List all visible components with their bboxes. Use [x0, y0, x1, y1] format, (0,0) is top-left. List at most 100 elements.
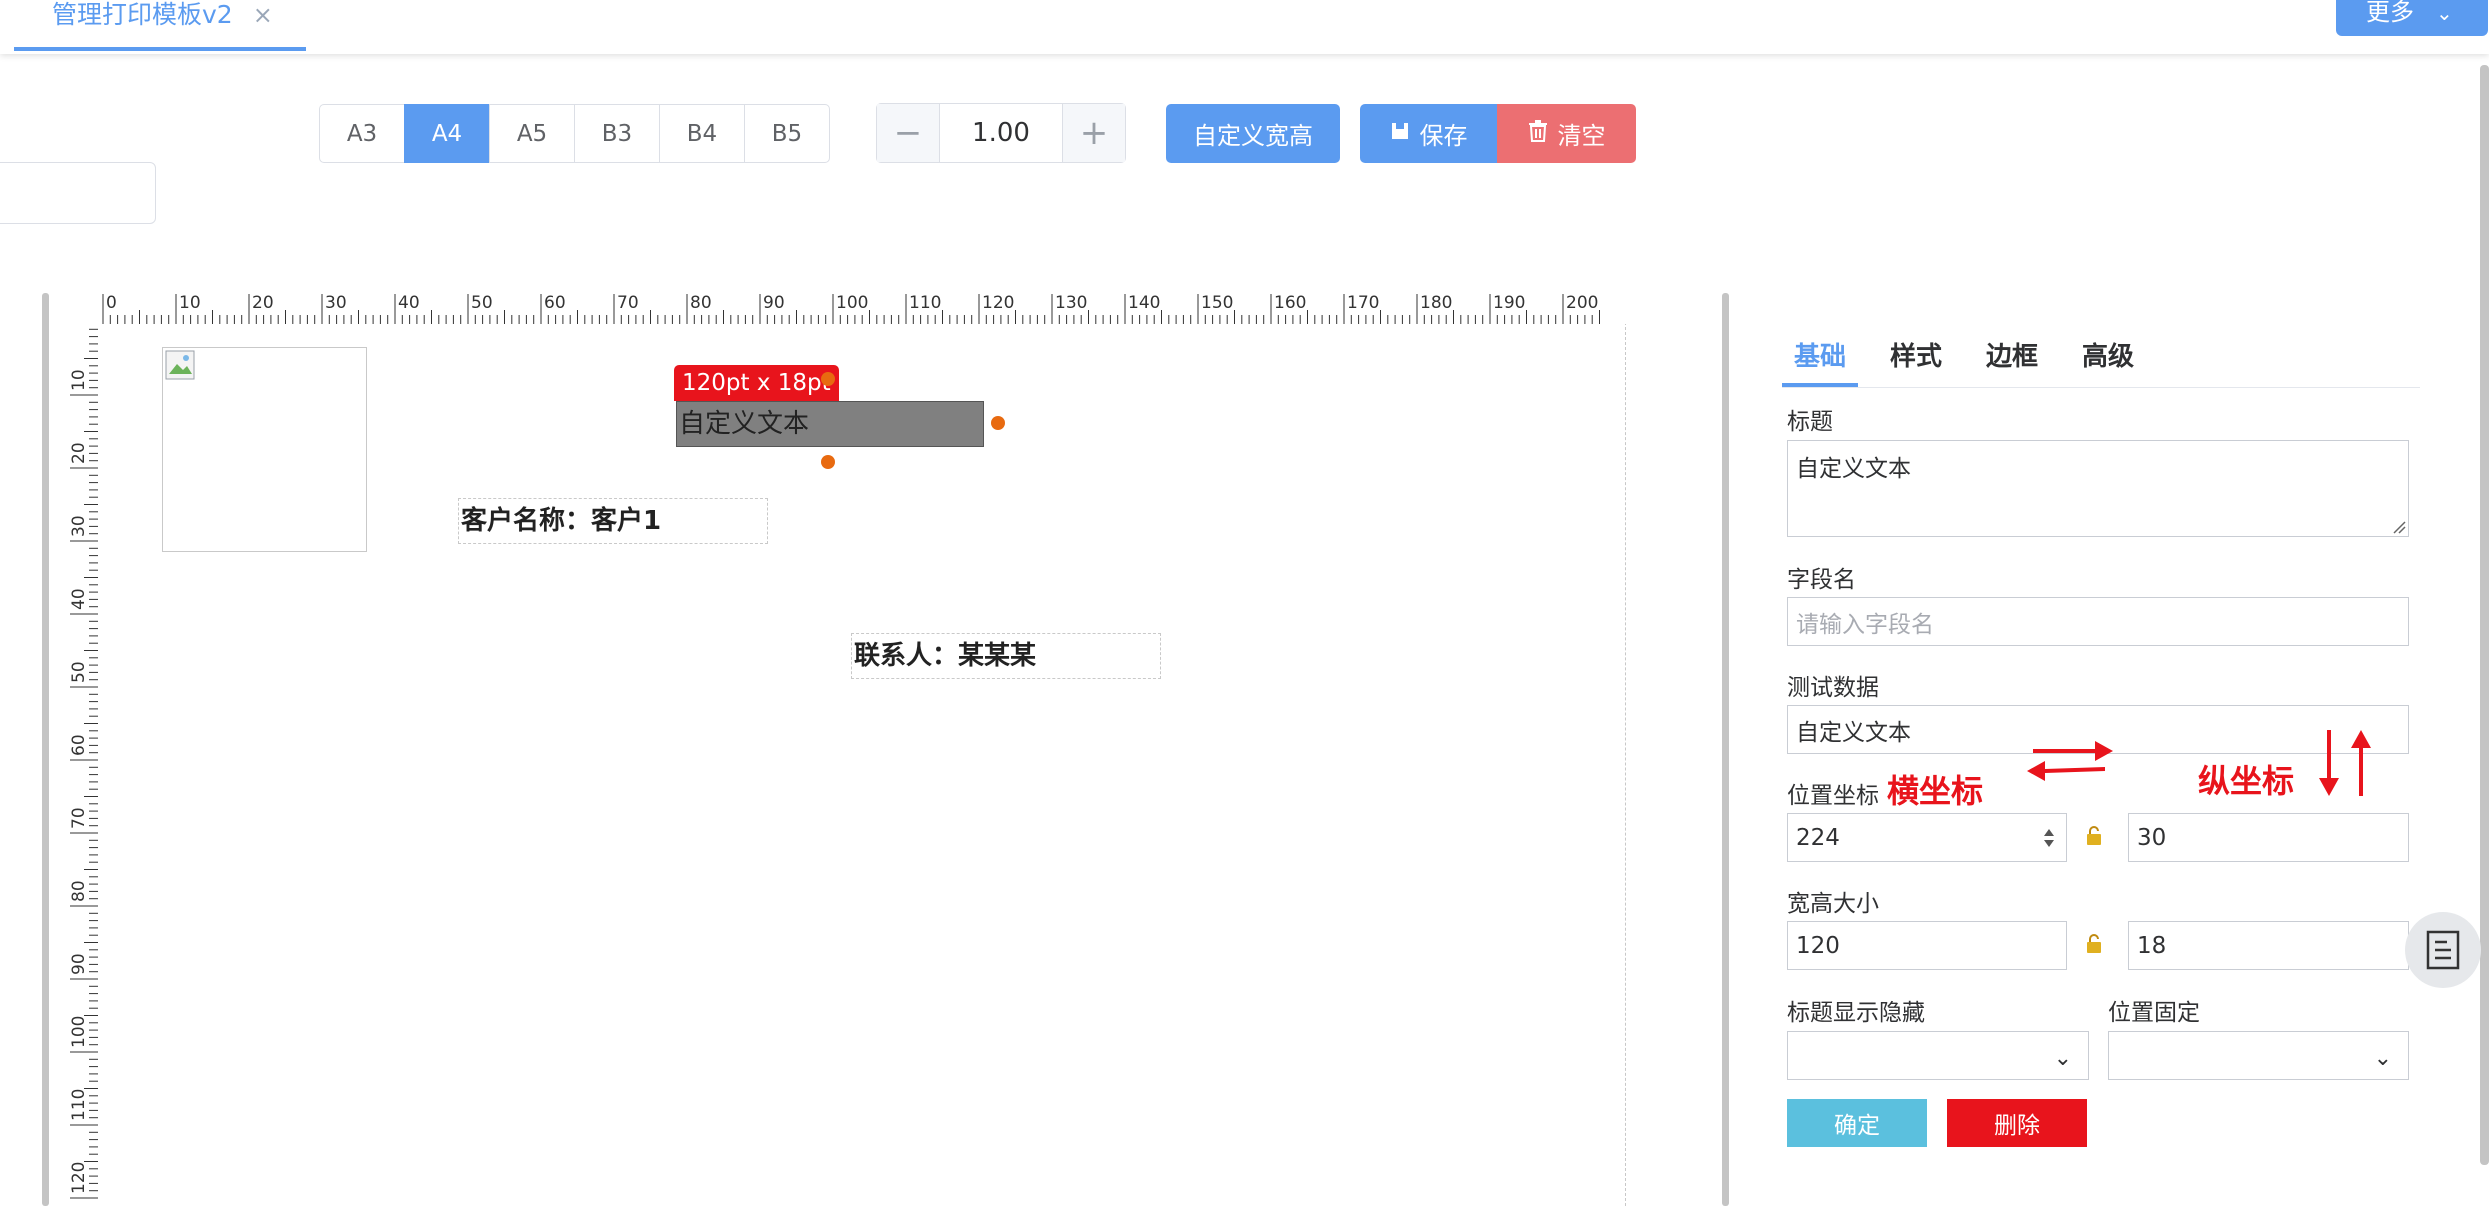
title-value: 自定义文本: [1796, 456, 1911, 482]
ruler-left-label: 10: [69, 369, 89, 391]
floating-document-button[interactable]: [2405, 912, 2481, 988]
ruler-left-label: 30: [69, 515, 89, 537]
test-data-value: 自定义文本: [1796, 719, 1911, 746]
panel-divider-scrollbar[interactable]: [1722, 293, 1729, 1206]
ruler-top-label: 40: [398, 293, 420, 313]
custom-text-element[interactable]: 自定义文本: [676, 401, 984, 447]
paper-size-group: A3 A4 A5 B3 B4 B5: [319, 104, 830, 163]
lock-icon[interactable]: [2085, 826, 2103, 851]
left-scrollbar[interactable]: [42, 293, 49, 1206]
clear-button[interactable]: 清空: [1497, 104, 1636, 163]
field-name-label: 字段名: [1787, 567, 1856, 593]
custom-size-button[interactable]: 自定义宽高: [1166, 104, 1340, 163]
more-button[interactable]: 更多 ⌄: [2336, 0, 2488, 36]
ruler-top-label: 140: [1128, 293, 1160, 313]
ruler-top-label: 120: [982, 293, 1014, 313]
ruler-top-label: 160: [1274, 293, 1306, 313]
ruler-left-label: 80: [69, 880, 89, 902]
chevron-down-icon: ⌄: [2436, 1, 2453, 25]
title-label: 标题: [1787, 409, 1833, 435]
save-button[interactable]: 保存: [1360, 104, 1497, 163]
title-textarea[interactable]: 自定义文本: [1787, 440, 2409, 537]
image-element[interactable]: [162, 347, 367, 552]
position-y-input[interactable]: 30: [2128, 813, 2409, 862]
property-tabs: 基础 样式 边框 高级: [1782, 330, 2420, 388]
zoom-plus-button[interactable]: +: [1062, 104, 1125, 162]
custom-size-label: 自定义宽高: [1193, 122, 1313, 150]
ruler-top-label: 20: [252, 293, 274, 313]
zoom-stepper: − 1.00 +: [876, 103, 1126, 163]
tab-advanced[interactable]: 高级: [2070, 330, 2146, 387]
ruler-left: 10 20 30 40 50 60 70 80 90 100 110 120: [68, 324, 98, 1206]
left-input[interactable]: [0, 162, 156, 224]
paper-b5-button[interactable]: B5: [744, 104, 830, 163]
ruler-top-label: 80: [690, 293, 712, 313]
x-arrows-icon: [2027, 741, 2113, 781]
ruler-top-label: 200: [1566, 293, 1598, 313]
width-input[interactable]: 120: [1787, 921, 2067, 970]
ruler-top-label: 110: [909, 293, 941, 313]
delete-button[interactable]: 删除: [1947, 1099, 2087, 1147]
position-fixed-select[interactable]: ⌄: [2108, 1031, 2409, 1080]
ruler-left-label: 90: [69, 953, 89, 975]
ruler-left-label: 50: [69, 661, 89, 683]
resize-handle-right[interactable]: [991, 416, 1005, 430]
tab-bar: [0, 0, 2489, 54]
ruler-top-label: 10: [179, 293, 201, 313]
page-scrollbar[interactable]: [2480, 65, 2489, 1165]
document-icon: [2426, 930, 2460, 970]
paper-a4-button[interactable]: A4: [404, 104, 490, 163]
tab-style[interactable]: 样式: [1878, 330, 1954, 387]
paper-b3-button[interactable]: B3: [574, 104, 660, 163]
spinner-icon[interactable]: [2042, 826, 2056, 850]
ruler-top-label: 170: [1347, 293, 1379, 313]
broken-image-icon: [165, 350, 195, 380]
position-label: 位置坐标: [1787, 783, 1879, 809]
tab-print-template[interactable]: 管理打印模板v2 ×: [16, 0, 309, 52]
chevron-down-icon: ⌄: [2373, 1046, 2392, 1071]
ruler-top-label: 180: [1420, 293, 1452, 313]
height-input[interactable]: 18: [2128, 921, 2409, 970]
size-lock-icon[interactable]: [2085, 934, 2103, 959]
title-visibility-label: 标题显示隐藏: [1787, 1000, 1925, 1026]
confirm-button[interactable]: 确定: [1787, 1099, 1927, 1147]
ruler-top-label: 190: [1493, 293, 1525, 313]
zoom-minus-button[interactable]: −: [877, 104, 940, 162]
ruler-top-label: 100: [836, 293, 868, 313]
close-icon[interactable]: ×: [253, 1, 273, 29]
position-x-input[interactable]: 224: [1787, 813, 2067, 862]
ruler-top-label: 0: [106, 293, 117, 313]
ruler-top-label: 90: [763, 293, 785, 313]
tab-basic[interactable]: 基础: [1782, 330, 1859, 387]
tab-border[interactable]: 边框: [1974, 330, 2050, 387]
ruler-top-label: 70: [617, 293, 639, 313]
ruler-left-label: 120: [69, 1162, 89, 1194]
width-value: 120: [1796, 932, 1840, 959]
tab-active-indicator: [14, 47, 306, 51]
resize-handle-bottom[interactable]: [821, 455, 835, 469]
position-fixed-label: 位置固定: [2108, 1000, 2200, 1026]
position-x-value: 224: [1796, 824, 1840, 851]
more-label: 更多: [2366, 0, 2414, 26]
test-data-label: 测试数据: [1787, 675, 1879, 701]
ruler-left-label: 60: [69, 734, 89, 756]
resize-grip-icon[interactable]: [2392, 520, 2406, 534]
title-visibility-select[interactable]: ⌄: [1787, 1031, 2089, 1080]
field-name-placeholder: 请输入字段名: [1796, 611, 1934, 638]
position-y-value: 30: [2137, 824, 2167, 851]
paper-a5-button[interactable]: A5: [489, 104, 575, 163]
ruler-top-label: 150: [1201, 293, 1233, 313]
clear-label: 清空: [1557, 122, 1606, 150]
customer-name-element[interactable]: 客户名称：客户1: [458, 498, 768, 544]
zoom-value-input[interactable]: 1.00: [940, 104, 1062, 162]
size-label: 宽高大小: [1787, 891, 1879, 917]
ruler-top-label: 130: [1055, 293, 1087, 313]
paper-a3-button[interactable]: A3: [319, 104, 405, 163]
ruler-left-label: 20: [69, 442, 89, 464]
paper-b4-button[interactable]: B4: [659, 104, 745, 163]
ruler-top-label: 30: [325, 293, 347, 313]
contact-element[interactable]: 联系人：某某某: [851, 633, 1161, 679]
field-name-input[interactable]: 请输入字段名: [1787, 597, 2409, 646]
resize-handle-top[interactable]: [821, 372, 835, 386]
ruler-left-label: 100: [69, 1016, 89, 1048]
